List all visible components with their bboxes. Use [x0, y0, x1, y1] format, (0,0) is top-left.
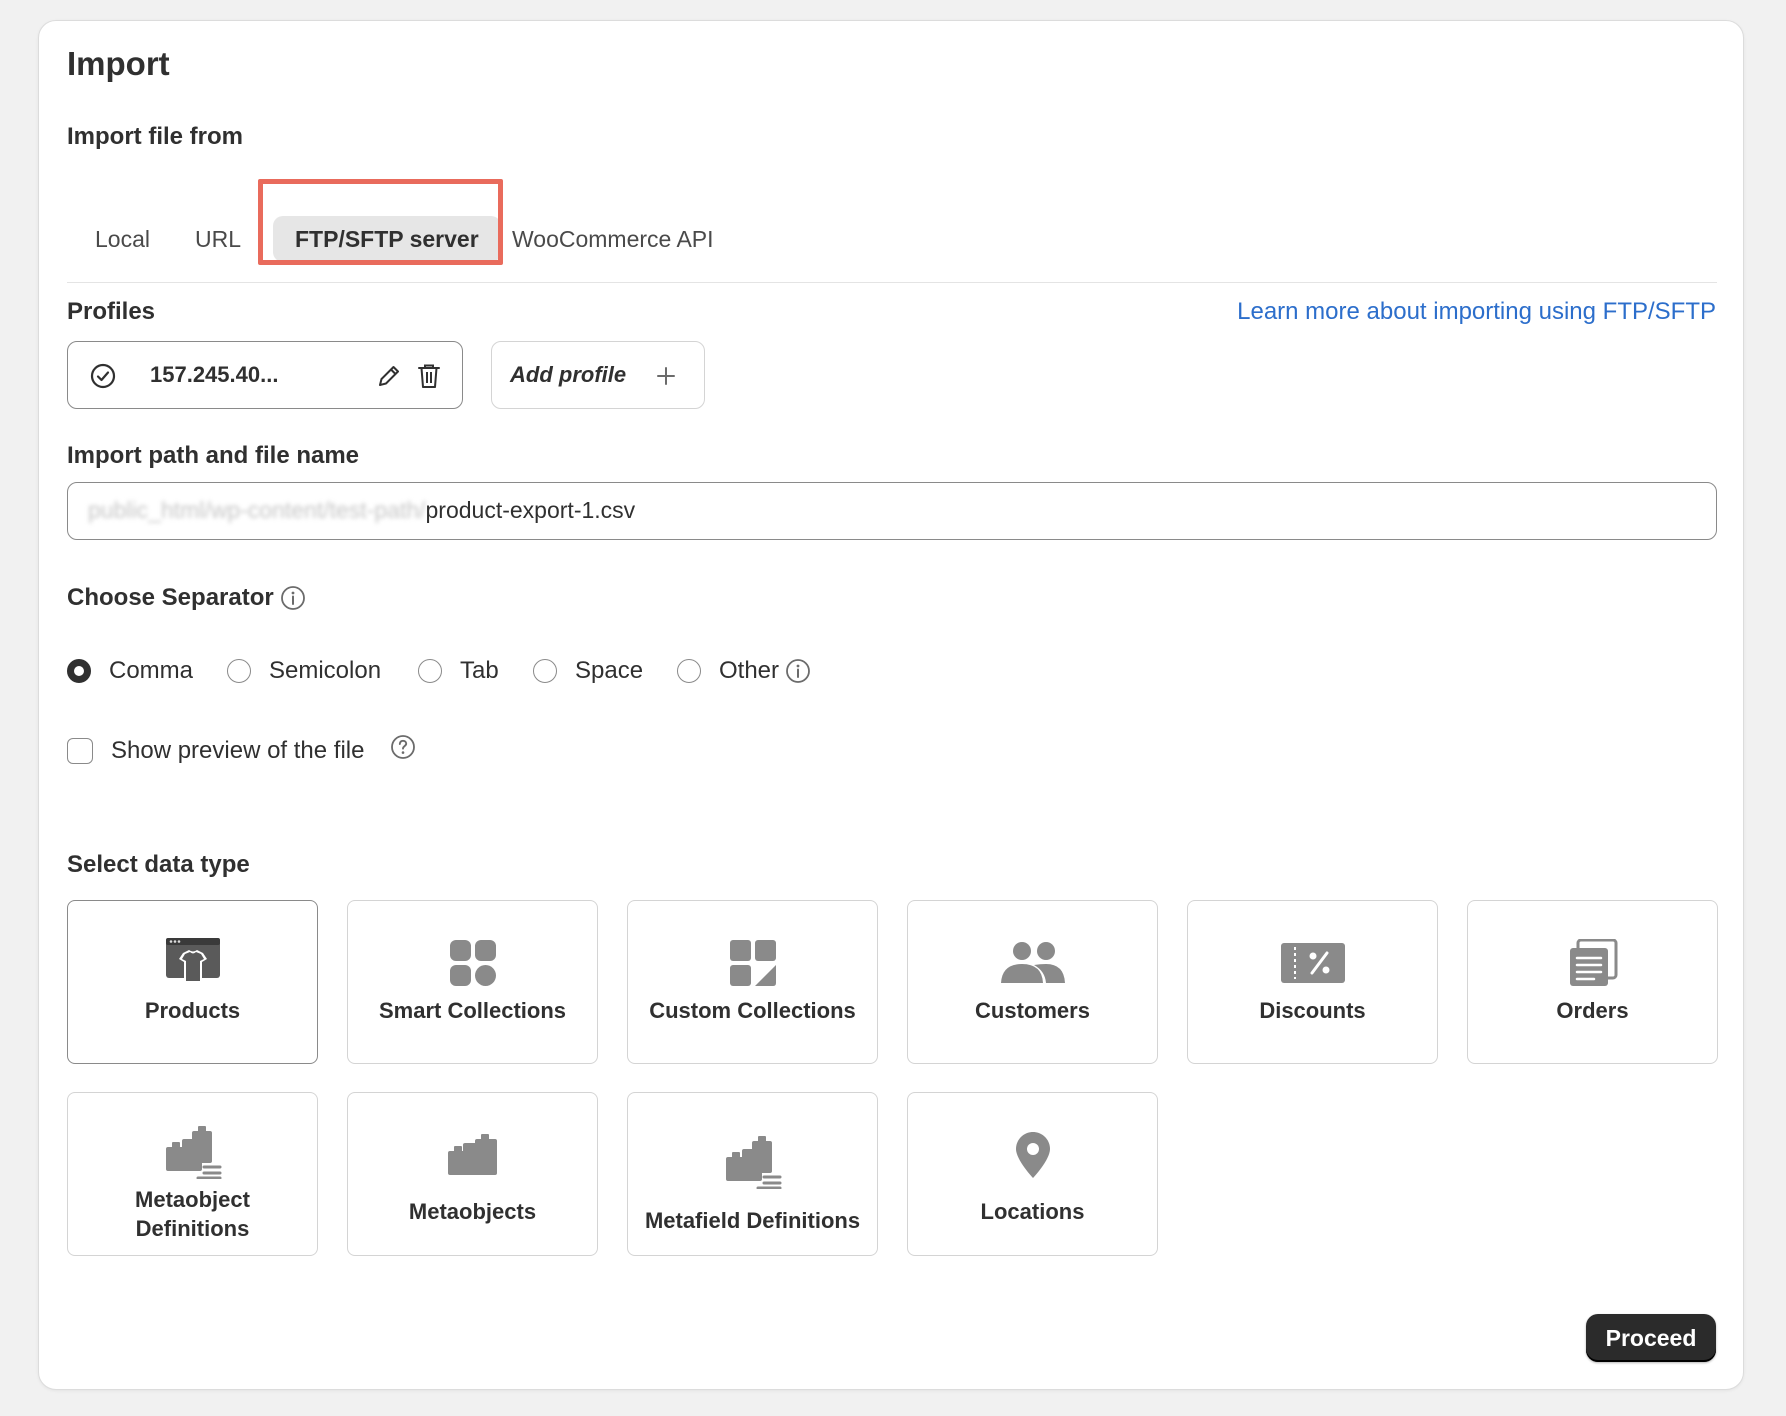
data-type-smart-collections-label: Smart Collections [378, 998, 567, 1023]
page-title: Import [67, 45, 170, 82]
radio-semicolon[interactable] [227, 659, 251, 683]
path-filename: product-export-1.csv [425, 497, 636, 523]
show-preview-checkbox[interactable] [67, 738, 93, 764]
tab-url[interactable]: URL [173, 216, 263, 262]
path-prefix-blurred: public_html/wp-content/test-path/ [88, 497, 426, 523]
show-preview-label: Show preview of the file [111, 737, 365, 764]
data-type-smart-collections[interactable]: Smart Collections [347, 900, 598, 1064]
metaobject-definitions-icon [165, 1126, 221, 1179]
data-type-custom-collections[interactable]: Custom Collections [627, 900, 878, 1064]
metaobjects-icon [447, 1134, 497, 1175]
radio-space[interactable] [533, 659, 557, 683]
metafield-definitions-icon [725, 1136, 781, 1189]
data-type-locations-label: Locations [980, 1199, 1085, 1224]
profile-host: 157.245.40... [150, 362, 279, 387]
separator-tab[interactable]: Tab [418, 651, 499, 691]
radio-comma[interactable] [67, 659, 91, 683]
add-profile-button[interactable]: Add profile [491, 341, 705, 409]
active-tab-highlight [258, 179, 503, 265]
data-type-orders[interactable]: Orders [1467, 900, 1718, 1064]
data-type-discounts[interactable]: Discounts [1187, 900, 1438, 1064]
data-type-discounts-label: Discounts [1259, 998, 1366, 1023]
separator-semicolon[interactable]: Semicolon [227, 651, 381, 691]
data-type-metaobjects[interactable]: Metaobjects [347, 1092, 598, 1256]
data-type-customers-label: Customers [975, 998, 1090, 1023]
radio-comma-label: Comma [109, 657, 194, 684]
radio-other-label: Other [719, 657, 780, 684]
products-icon [165, 938, 220, 983]
import-card: Import Import file from Local URL FTP/SF… [38, 20, 1744, 1390]
separator-label: Choose Separator [67, 584, 274, 611]
locations-icon [1015, 1132, 1050, 1178]
profile-item[interactable]: 157.245.40... [67, 341, 463, 409]
add-profile-label: Add profile [510, 362, 627, 387]
data-type-label: Select data type [67, 851, 250, 878]
custom-collections-icon [729, 940, 776, 986]
show-preview-option[interactable]: Show preview of the file [67, 731, 416, 771]
separator-heading: Choose Separator [67, 584, 306, 612]
help-question-icon[interactable] [390, 734, 416, 760]
import-path-label: Import path and file name [67, 442, 360, 469]
radio-tab-label: Tab [460, 657, 499, 684]
separator-other[interactable]: Other [677, 651, 811, 691]
tab-woocommerce-api[interactable]: WooCommerce API [490, 216, 736, 262]
discounts-icon [1280, 943, 1345, 983]
import-from-label: Import file from [67, 123, 244, 150]
info-icon[interactable] [785, 658, 811, 684]
data-type-products-label: Products [144, 998, 241, 1023]
radio-tab[interactable] [418, 659, 442, 683]
check-circle-icon [90, 363, 116, 389]
customers-icon [1000, 942, 1065, 983]
profiles-label: Profiles [67, 298, 156, 325]
data-type-metaobjects-label: Metaobjects [408, 1199, 537, 1224]
proceed-button[interactable]: Proceed [1586, 1314, 1716, 1362]
radio-space-label: Space [575, 657, 644, 684]
data-type-products[interactable]: Products [67, 900, 318, 1064]
data-type-metafield-definitions-label: Metafield Definitions [644, 1208, 861, 1233]
plus-icon [657, 367, 675, 385]
data-type-orders-label: Orders [1556, 998, 1629, 1023]
separator-comma[interactable]: Comma [67, 651, 193, 691]
separator-space[interactable]: Space [533, 651, 643, 691]
edit-pencil-icon[interactable] [376, 363, 402, 389]
orders-icon [1569, 939, 1617, 986]
delete-trash-icon[interactable] [416, 362, 442, 390]
info-icon[interactable] [280, 585, 306, 611]
learn-more-link[interactable]: Learn more about importing using FTP/SFT… [1237, 298, 1716, 326]
smart-collections-icon [449, 940, 496, 986]
radio-other[interactable] [677, 659, 701, 683]
tab-local[interactable]: Local [73, 216, 172, 262]
metaobject-definitions-line2: Definitions [135, 1216, 250, 1241]
radio-semicolon-label: Semicolon [269, 657, 382, 684]
data-type-metaobject-definitions-label: Metaobject Definitions [68, 1185, 317, 1243]
data-type-locations[interactable]: Locations [907, 1092, 1158, 1256]
import-path-input[interactable]: public_html/wp-content/test-path/product… [67, 482, 1717, 540]
data-type-metaobject-definitions[interactable]: Metaobject Definitions [67, 1092, 318, 1256]
metaobject-definitions-line1: Metaobject [135, 1187, 250, 1212]
data-type-customers[interactable]: Customers [907, 900, 1158, 1064]
data-type-metafield-definitions[interactable]: Metafield Definitions [627, 1092, 878, 1256]
data-type-custom-collections-label: Custom Collections [649, 998, 856, 1023]
